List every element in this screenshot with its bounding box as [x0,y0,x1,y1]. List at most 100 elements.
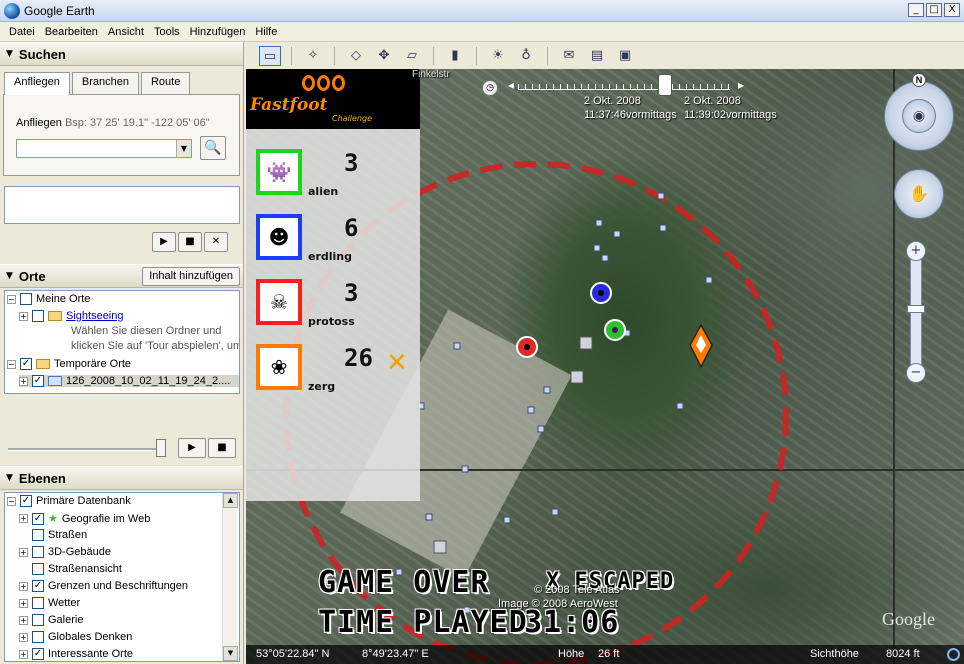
arrow-right-icon[interactable]: ▸ [738,78,744,92]
checkbox[interactable]: ✓ [20,358,32,370]
close-button[interactable]: X [944,3,960,17]
checkbox[interactable] [32,563,44,575]
scroll-down-icon[interactable]: ▼ [223,646,238,661]
clock-icon[interactable]: ◷ [482,80,498,96]
waypoint-marker-large [570,370,584,384]
clear-button[interactable]: ✕ [204,232,228,252]
zerg-avatar-icon: ❀ [256,344,302,390]
tab-businesses[interactable]: Branchen [71,72,139,94]
layer-item[interactable]: + Galerie [19,614,83,626]
expand-toggle-icon[interactable]: + [19,632,28,642]
checkbox[interactable] [32,529,44,541]
checkbox[interactable]: ✓ [32,580,44,592]
expand-toggle-icon[interactable]: + [19,581,28,591]
tree-item-kml-file[interactable]: + ✓ 126_2008_10_02_11_19_24_2.... [19,375,239,387]
google-earth-icon [4,2,20,19]
view-in-maps-icon[interactable]: ▣ [614,46,636,66]
menu-tools[interactable]: Tools [149,26,185,38]
arrow-left-icon[interactable]: ◂ [508,78,514,92]
ruler-icon[interactable]: ▮ [444,46,466,66]
team-count: 3 [344,149,359,177]
overlay-icon[interactable]: ▱ [401,46,423,66]
placemark-icon[interactable]: ✧ [302,46,324,66]
tour-slider-thumb[interactable] [156,439,166,457]
stop-button[interactable]: ■ [178,232,202,252]
zoom-out-button[interactable]: − [906,363,926,383]
eye-icon[interactable]: ◉ [902,99,936,133]
checkbox[interactable] [32,546,44,558]
fly-to-input[interactable]: ▼ [16,139,192,158]
checkbox[interactable]: ✓ [32,648,44,660]
tab-fly-to[interactable]: Anfliegen [4,72,70,95]
layer-item[interactable]: − ✓ Primäre Datenbank [7,495,131,507]
search-header[interactable]: ▼ Suchen [0,42,243,66]
layers-header[interactable]: ▼ Ebenen [0,466,243,490]
tree-item-temporary-places[interactable]: − ✓ Temporäre Orte [7,358,131,370]
checkbox[interactable] [32,597,44,609]
scroll-up-icon[interactable]: ▲ [223,493,238,508]
checkbox[interactable]: ✓ [32,375,44,387]
polygon-icon[interactable]: ◇ [345,46,367,66]
stop-button[interactable]: ■ [208,438,236,458]
checkbox[interactable]: ✓ [20,495,32,507]
menu-edit[interactable]: Bearbeiten [40,26,103,38]
longitude-readout: 8°49'23.47" E [362,648,429,660]
layer-item[interactable]: Straßenansicht [32,563,122,575]
minimize-button[interactable]: _ [908,3,924,17]
checkbox[interactable] [32,614,44,626]
email-icon[interactable]: ✉ [558,46,580,66]
layer-item[interactable]: Straßen [32,529,87,541]
expand-toggle-icon[interactable]: + [19,615,28,625]
time-slider-track[interactable] [518,84,730,90]
add-content-button[interactable]: Inhalt hinzufügen [142,267,240,286]
layer-item[interactable]: + ✓ ★ Geografie im Web [19,512,150,525]
collapse-toggle-icon[interactable]: − [7,359,16,369]
collapse-toggle-icon[interactable]: − [7,496,16,506]
menu-add[interactable]: Hinzufügen [185,26,251,38]
dropdown-arrow-icon[interactable]: ▼ [176,140,191,157]
sidebar-toggle-icon[interactable]: ▭ [259,45,281,66]
north-indicator[interactable]: N [912,73,926,87]
checkbox[interactable] [32,310,44,322]
layer-item[interactable]: + Wetter [19,597,80,609]
layers-scrollbar[interactable]: ▲ ▼ [222,493,238,661]
tour-slider-track[interactable] [8,448,164,451]
planet-icon[interactable]: ♁ [515,46,537,66]
checkbox[interactable] [32,631,44,643]
expand-toggle-icon[interactable]: + [19,598,28,608]
team-count: 3 [344,279,359,307]
menu-file[interactable]: Datei [4,26,40,38]
sunlight-icon[interactable]: ☀ [487,46,509,66]
tree-item-my-places[interactable]: − Meine Orte [7,293,90,305]
menu-help[interactable]: Hilfe [250,26,282,38]
tour-controls: ▶ ■ [178,438,236,458]
zoom-slider-thumb[interactable] [907,305,925,313]
checkbox[interactable] [20,293,32,305]
expand-toggle-icon[interactable]: + [19,547,28,557]
print-icon[interactable]: ▤ [586,46,608,66]
search-results-box[interactable] [4,186,240,224]
layer-item[interactable]: + ✓ Grenzen und Beschriftungen [19,580,188,592]
collapse-toggle-icon[interactable]: − [7,294,16,304]
tab-route[interactable]: Route [140,72,191,94]
menu-view[interactable]: Ansicht [103,26,149,38]
layer-item[interactable]: + Globales Denken [19,631,132,643]
zoom-in-button[interactable]: + [906,241,926,261]
layer-item[interactable]: + ✓ Interessante Orte [19,648,133,660]
expand-toggle-icon[interactable]: + [19,514,28,523]
maximize-button[interactable]: □ [926,3,942,17]
play-tour-button[interactable]: ▶ [152,232,176,252]
expand-toggle-icon[interactable]: + [19,311,28,321]
places-header[interactable]: ▼ Orte Inhalt hinzufügen [0,264,243,288]
checkbox[interactable]: ✓ [32,512,44,525]
search-button[interactable]: 🔍 [200,136,226,160]
path-icon[interactable]: ✥ [373,46,395,66]
move-control-hand-icon[interactable]: ✋ [894,169,944,219]
tree-item-sightseeing[interactable]: + Sightseeing [19,310,124,322]
time-slider-knob[interactable] [658,74,672,96]
play-tour-button[interactable]: ▶ [178,438,206,458]
expand-toggle-icon[interactable]: + [19,376,28,386]
layer-item[interactable]: + 3D-Gebäude [19,546,111,558]
earth-view[interactable]: Fastfoot Challenge 👾 3 alien ☻ 6 erdling… [246,69,964,664]
expand-toggle-icon[interactable]: + [19,649,28,659]
